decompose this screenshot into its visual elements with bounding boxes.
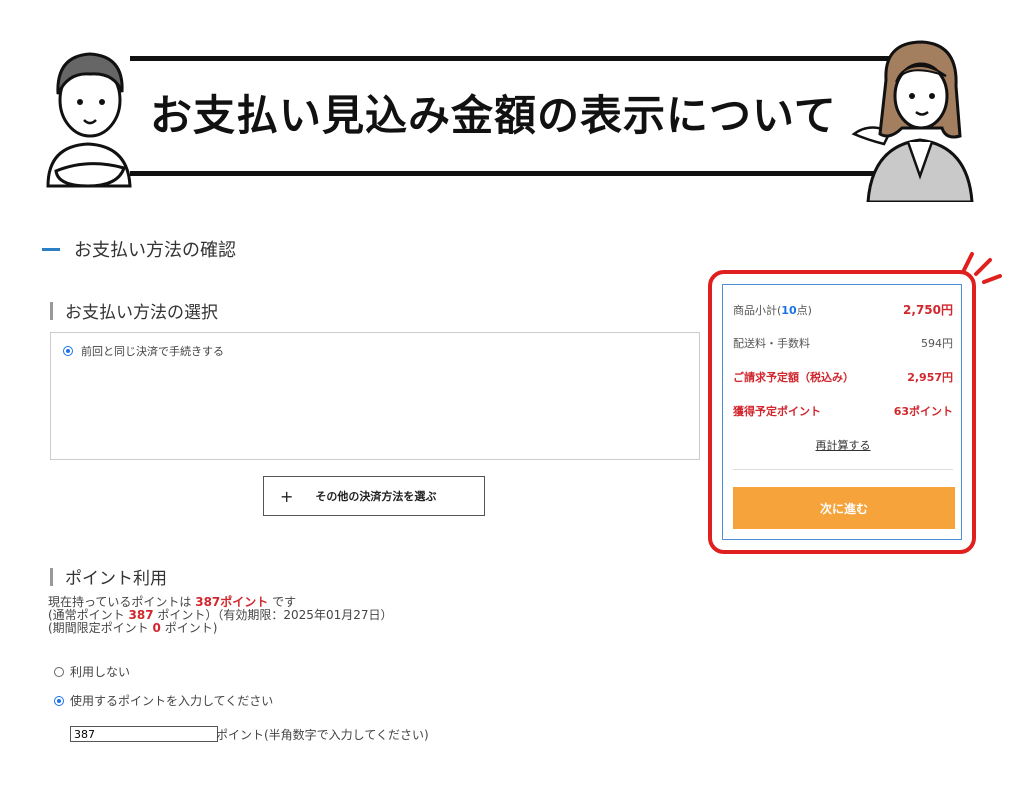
payment-options-box: 前回と同じ決済で手続きする xyxy=(50,332,700,460)
plus-icon: + xyxy=(280,486,294,506)
earned-points-label: 獲得予定ポイント xyxy=(733,405,821,418)
shipping-label: 配送料・手数料 xyxy=(733,337,810,350)
limited-points-value: 0 xyxy=(152,621,161,635)
banner-title: お支払い見込み金額の表示について xyxy=(150,91,837,140)
radio-unselected-icon[interactable] xyxy=(54,666,64,677)
earned-points-row: 獲得予定ポイント 63ポイント xyxy=(733,403,953,419)
points-option-use-label: 使用するポイントを入力してください xyxy=(70,694,274,708)
payment-heading: お支払い方法の選択 xyxy=(50,298,218,323)
payment-option-label: 前回と同じ決済で手続きする xyxy=(81,345,224,358)
points-line-limited: (期間限定ポイント 0 ポイント) xyxy=(48,621,218,635)
points-info: 現在持っているポイントは 387ポイント です (通常ポイント 387 ポイント… xyxy=(48,596,393,635)
earned-points-value: 63ポイント xyxy=(893,405,953,418)
shipping-value: 594円 xyxy=(921,337,953,350)
man-illustration xyxy=(46,52,132,188)
radio-selected-icon[interactable] xyxy=(54,695,64,706)
heading-bar-icon xyxy=(50,567,53,586)
payment-heading-text: お支払い方法の選択 xyxy=(65,303,218,323)
summary-divider xyxy=(733,469,953,470)
points-input[interactable] xyxy=(70,726,218,742)
subtotal-value: 2,750円 xyxy=(903,303,953,317)
section-heading: お支払い方法の確認 xyxy=(42,236,236,262)
current-points-value: 387ポイント xyxy=(195,595,269,609)
subtotal-count: 10 xyxy=(781,303,797,317)
woman-illustration xyxy=(851,40,974,202)
section-title: お支払い方法の確認 xyxy=(74,240,236,261)
regular-points-value: 387 xyxy=(128,608,154,622)
points-heading: ポイント利用 xyxy=(50,564,167,589)
payment-option-previous[interactable]: 前回と同じ決済で手続きする xyxy=(63,343,224,359)
shipping-row: 配送料・手数料 594円 xyxy=(733,335,953,351)
emphasis-marks-icon xyxy=(962,252,1002,284)
other-payment-button[interactable]: + その他の決済方法を選ぶ xyxy=(263,476,485,516)
order-summary-panel: 商品小計(10点) 2,750円 配送料・手数料 594円 ご請求予定額（税込み… xyxy=(722,284,962,540)
other-payment-label: その他の決済方法を選ぶ xyxy=(315,490,437,503)
section-dash-icon xyxy=(42,247,60,251)
points-option-none[interactable]: 利用しない xyxy=(54,663,130,680)
subtotal-label: 商品小計(10点) xyxy=(733,303,812,317)
next-button[interactable]: 次に進む xyxy=(733,487,955,529)
subtotal-row: 商品小計(10点) 2,750円 xyxy=(733,301,953,318)
points-option-use[interactable]: 使用するポイントを入力してください xyxy=(54,692,273,709)
points-input-suffix: ポイント(半角数字で入力してください) xyxy=(216,728,429,742)
heading-bar-icon xyxy=(50,301,53,320)
points-option-none-label: 利用しない xyxy=(70,665,131,679)
total-label: ご請求予定額（税込み） xyxy=(733,371,854,384)
points-heading-text: ポイント利用 xyxy=(65,569,167,589)
radio-selected-icon[interactable] xyxy=(63,346,73,356)
total-row: ご請求予定額（税込み） 2,957円 xyxy=(733,369,953,385)
total-value: 2,957円 xyxy=(907,371,953,384)
recalculate-link[interactable]: 再計算する xyxy=(723,437,963,453)
